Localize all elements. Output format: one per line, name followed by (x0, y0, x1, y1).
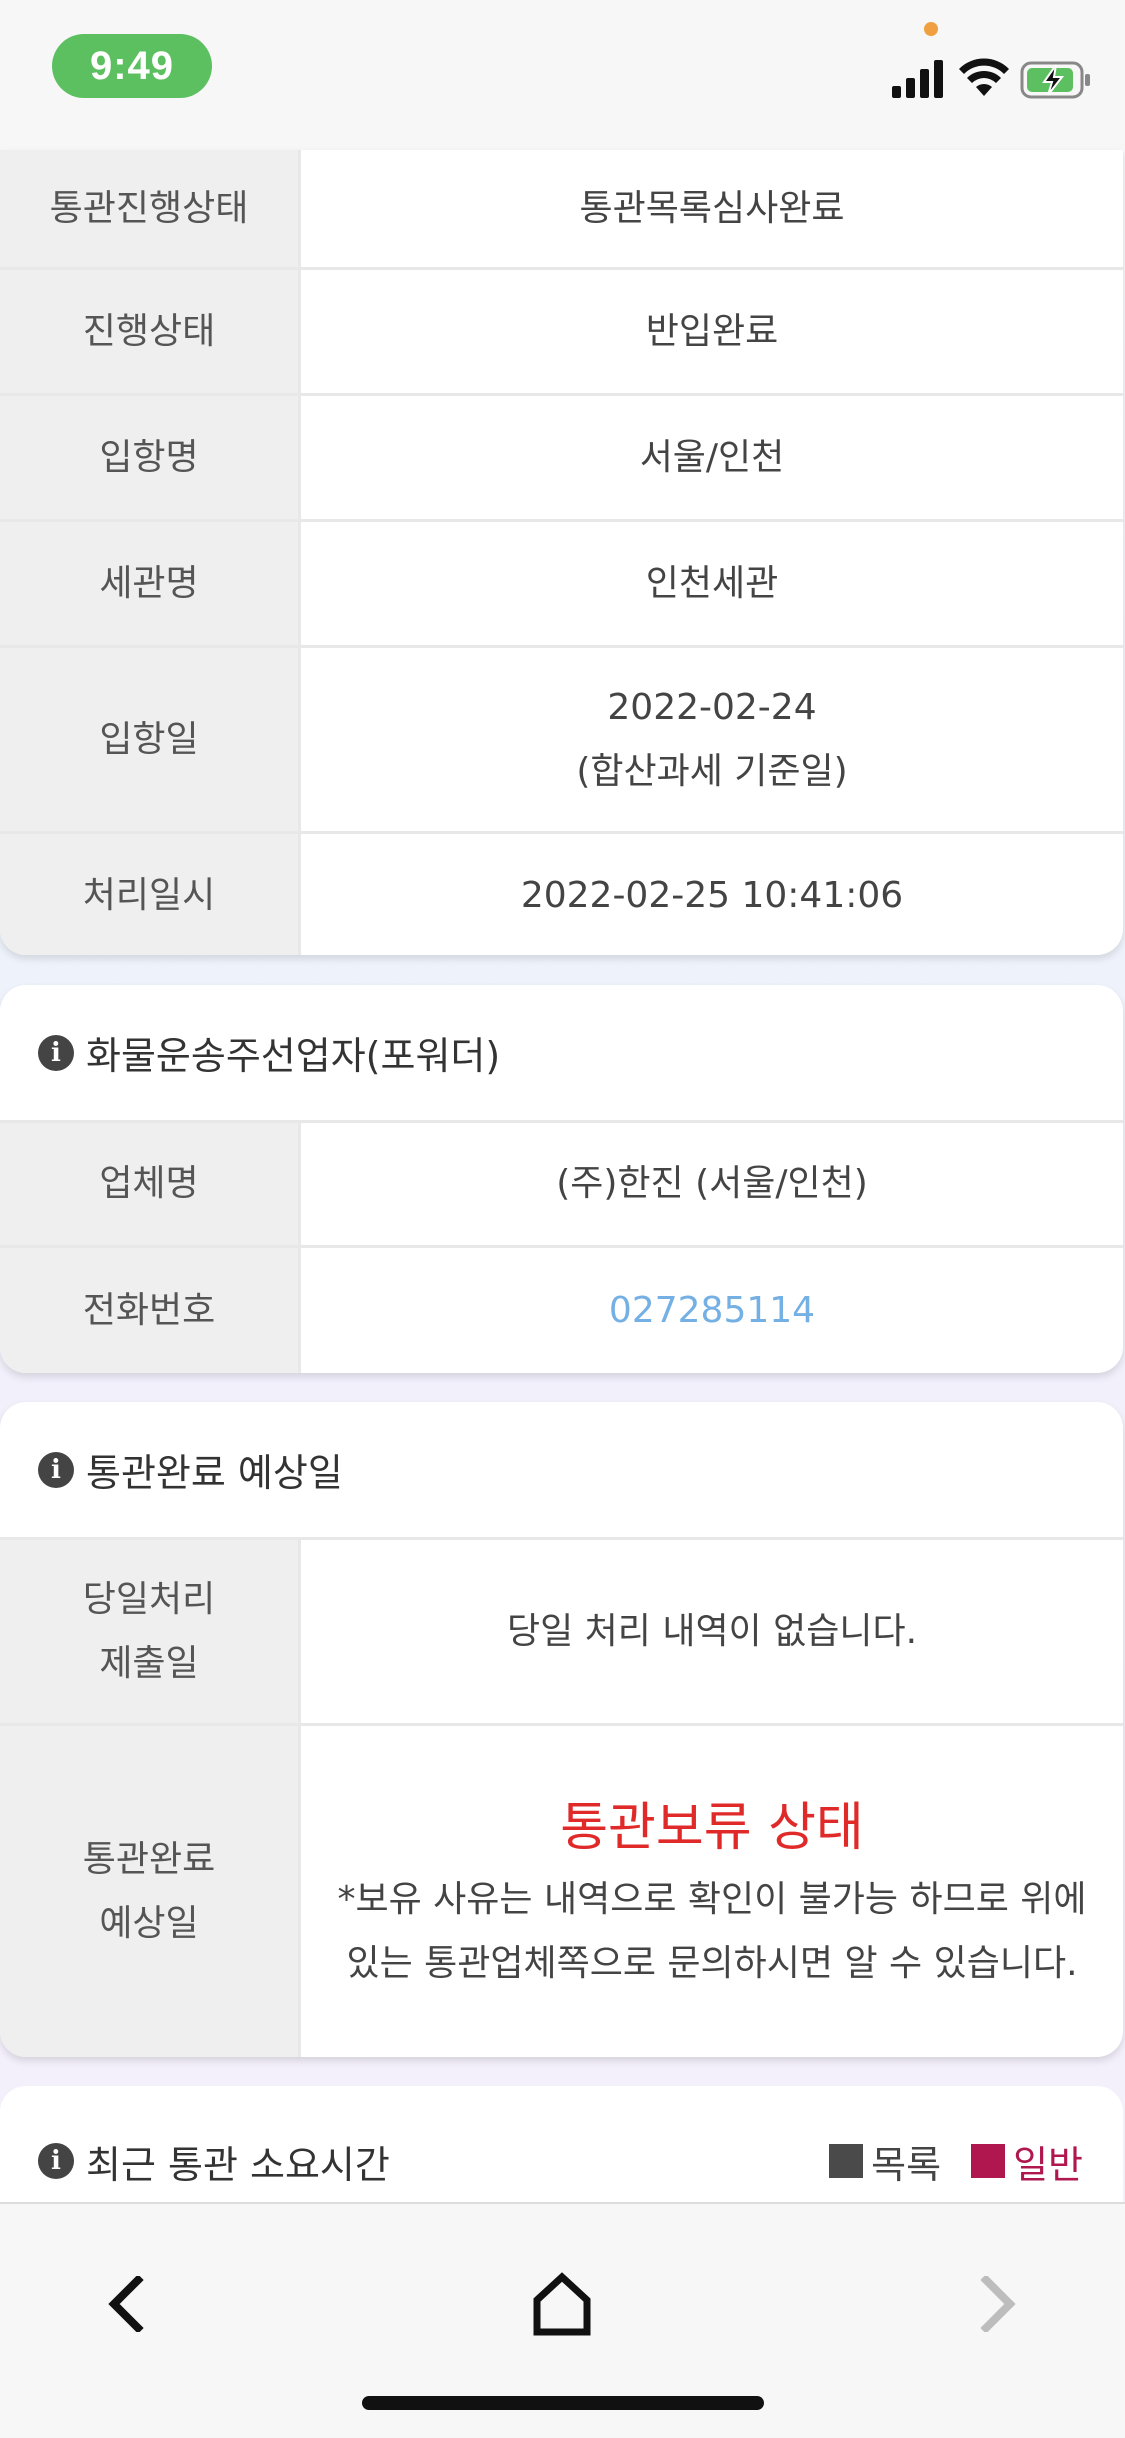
row-label: 통관완료 예상일 (0, 1726, 301, 2057)
chevron-right-icon (980, 2276, 1016, 2332)
row-label-line: 제출일 (99, 1642, 199, 1684)
row-label: 전화번호 (0, 1248, 301, 1373)
row-label: 입항일 (0, 648, 301, 831)
row-value: 반입완료 (645, 310, 779, 352)
table-row: 입항명 서울/인천 (0, 393, 1123, 519)
forwarder-card: i 화물운송주선업자(포워더) 업체명 (주)한진 (서울/인천) 전화번호 0… (0, 985, 1123, 1373)
cellular-signal-icon (892, 60, 943, 98)
row-label-line: 당일처리 (82, 1578, 216, 1620)
expected-title: 통관완료 예상일 (86, 1451, 343, 1495)
row-value: 당일 처리 내역이 없습니다. (506, 1610, 918, 1652)
back-button[interactable] (86, 2264, 166, 2344)
row-label: 업체명 (0, 1123, 301, 1245)
legend-label: 목록 (871, 2142, 942, 2187)
forward-button[interactable] (958, 2264, 1038, 2344)
row-label-line: 예상일 (99, 1902, 199, 1944)
row-value: 인천세관 (645, 562, 779, 604)
row-label: 세관명 (0, 522, 301, 645)
table-row: 처리일시 2022-02-25 10:41:06 (0, 831, 1123, 955)
info-icon: i (38, 1451, 74, 1488)
hold-note-text: *보유 사유는 내역으로 확인이 불가능 하므로 위에 있는 통관업체쪽으로 문… (337, 1878, 1087, 1984)
table-row: 당일처리 제출일 당일 처리 내역이 없습니다. (0, 1540, 1123, 1723)
table-row: 세관명 인천세관 (0, 519, 1123, 645)
table-row: 통관완료 예상일 통관보류 상태 *보유 사유는 내역으로 확인이 불가능 하므… (0, 1723, 1123, 2057)
home-button[interactable] (522, 2264, 602, 2344)
status-time: 9:49 (52, 34, 212, 98)
row-value: 2022-02-25 10:41:06 (520, 875, 904, 916)
hold-status-text: 통관보류 상태 (560, 1797, 864, 1858)
expected-completion-card: i 통관완료 예상일 당일처리 제출일 당일 처리 내역이 없습니다. 통관완료… (0, 1402, 1123, 2057)
legend-swatch-general (971, 2144, 1006, 2178)
row-label: 처리일시 (0, 834, 301, 955)
row-value: 2022-02-24 (합산과세 기준일) (301, 648, 1123, 831)
phone-number-link[interactable]: 027285114 (301, 1248, 1123, 1373)
table-row: 통관진행상태 통관목록심사완료 (0, 150, 1123, 267)
battery-charging-icon (1020, 61, 1090, 99)
legend-item-list: 목록 (829, 2134, 941, 2189)
row-value: 통관보류 상태 *보유 사유는 내역으로 확인이 불가능 하므로 위에 있는 통… (301, 1726, 1123, 2057)
section-title: i 통관완료 예상일 (0, 1402, 1123, 1537)
chevron-left-icon (108, 2276, 144, 2332)
row-label: 당일처리 제출일 (0, 1540, 301, 1723)
row-label-line: 통관완료 (82, 1838, 216, 1880)
home-icon (533, 2272, 591, 2336)
section-title: i 화물운송주선업자(포워더) (0, 985, 1123, 1120)
table-row: 입항일 2022-02-24 (합산과세 기준일) (0, 645, 1123, 831)
row-value: 통관목록심사완료 (579, 187, 845, 229)
home-indicator (362, 2396, 764, 2410)
row-label: 입항명 (0, 396, 301, 519)
recent-title: 최근 통관 소요시간 (86, 2142, 390, 2187)
arrival-date: 2022-02-24 (607, 686, 817, 728)
row-label: 통관진행상태 (0, 150, 301, 267)
row-label: 진행상태 (0, 270, 301, 393)
legend-label: 일반 (1013, 2142, 1083, 2187)
status-bar: 9:49 (0, 0, 1125, 150)
wifi-icon (959, 58, 1009, 96)
info-icon: i (38, 1034, 74, 1071)
legend-swatch-list (829, 2144, 864, 2178)
clearance-status-card: 통관진행상태 통관목록심사완료 진행상태 반입완료 입항명 서울/인천 세관명 … (0, 150, 1123, 955)
info-icon: i (38, 2143, 74, 2179)
arrival-date-note: (합산과세 기준일) (576, 750, 848, 792)
forwarder-title: 화물운송주선업자(포워더) (86, 1034, 501, 1078)
row-value: 서울/인천 (639, 436, 785, 478)
privacy-indicator-dot (924, 22, 938, 36)
table-row: 전화번호 027285114 (0, 1245, 1123, 1373)
row-value: (주)한진 (서울/인천) (556, 1163, 868, 1204)
legend-item-general: 일반 (971, 2134, 1083, 2189)
table-row: 진행상태 반입완료 (0, 267, 1123, 393)
table-row: 업체명 (주)한진 (서울/인천) (0, 1123, 1123, 1245)
